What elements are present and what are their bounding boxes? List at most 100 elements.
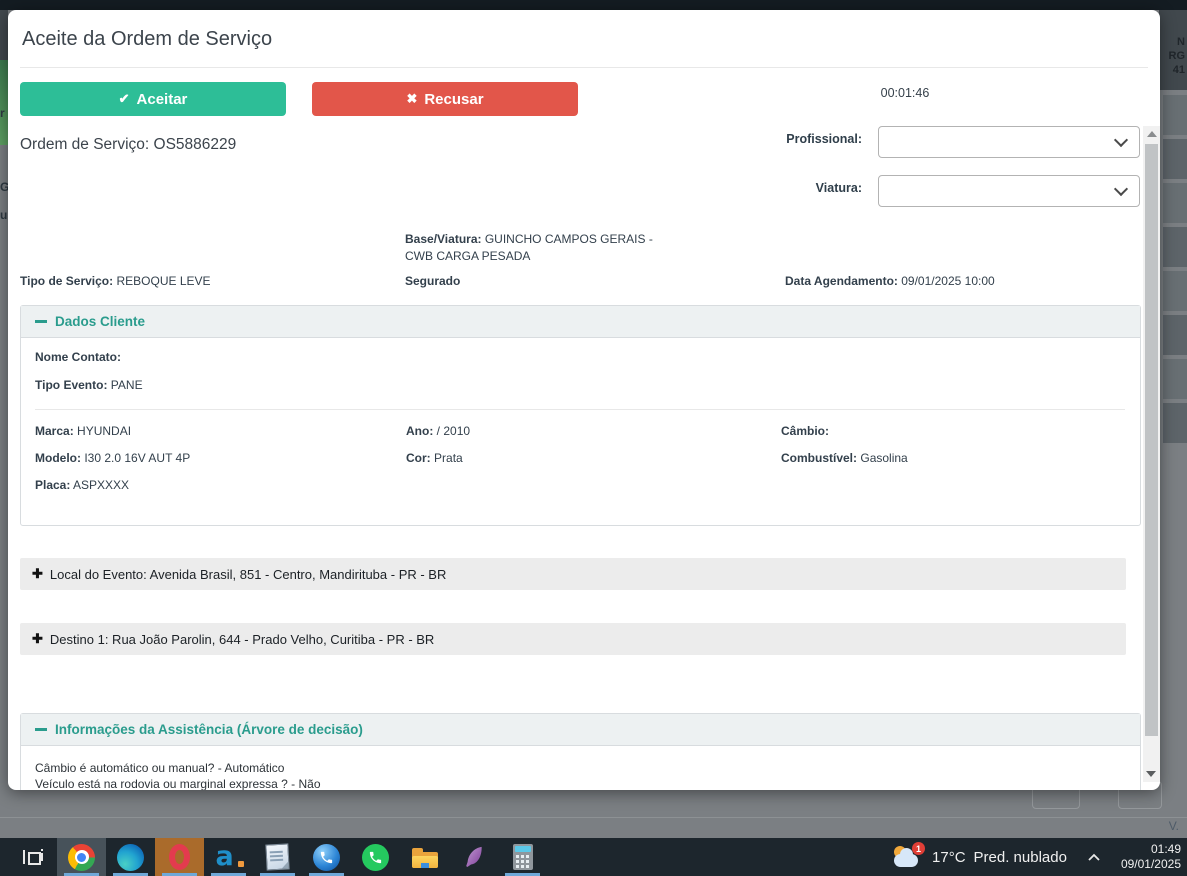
- taskbar-whatsapp[interactable]: [351, 838, 400, 876]
- event-type-label: Tipo Evento:: [35, 378, 108, 392]
- year-label: Ano:: [406, 424, 434, 438]
- whatsapp-icon: [362, 843, 389, 871]
- taskbar-chrome[interactable]: [57, 838, 106, 876]
- schedule-label: Data Agendamento:: [785, 274, 898, 288]
- scroll-down-icon[interactable]: [1146, 771, 1156, 777]
- version-label: V.: [1168, 819, 1179, 833]
- taskbar-feather-app[interactable]: [449, 838, 498, 876]
- assistance-panel-header[interactable]: Informações da Assistência (Árvore de de…: [21, 714, 1140, 746]
- professional-select[interactable]: [878, 126, 1140, 158]
- model-field: Modelo: I30 2.0 16V AUT 4P: [35, 451, 190, 465]
- a-app-icon: a: [215, 841, 244, 872]
- temperature-label: 17°C: [932, 848, 966, 866]
- destination-bar[interactable]: ✚ Destino 1: Rua João Parolin, 644 - Pra…: [20, 623, 1126, 655]
- insured-label: Segurado: [405, 274, 461, 288]
- color-field: Cor: Prata: [406, 451, 463, 465]
- notification-badge: 1: [912, 842, 926, 855]
- event-location-text: Local do Evento: Avenida Brasil, 851 - C…: [49, 566, 447, 582]
- panel-divider: [35, 409, 1125, 410]
- edge-icon: [117, 843, 144, 871]
- refuse-button[interactable]: ✖ Recusar: [312, 82, 578, 116]
- plate-field: Placa: ASPXXXX: [35, 478, 129, 492]
- accept-button[interactable]: ✔ Aceitar: [20, 82, 286, 116]
- fuel-field: Combustível: Gasolina: [781, 451, 908, 465]
- event-type-value: PANE: [110, 378, 143, 392]
- model-value: I30 2.0 16V AUT 4P: [84, 451, 191, 465]
- calculator-icon: [512, 844, 533, 870]
- task-view-icon: [22, 849, 43, 865]
- opera-icon: [169, 844, 190, 870]
- base-vehicle-field: Base/Viatura: GUINCHO CAMPOS GERAIS - CW…: [405, 231, 663, 265]
- weather-widget[interactable]: 1 17°C Pred. nublado: [892, 842, 1067, 870]
- service-type-label: Tipo de Serviço:: [20, 274, 114, 288]
- scrollbar-thumb[interactable]: [1145, 144, 1158, 736]
- taskbar-dialer[interactable]: [302, 838, 351, 876]
- brand-value: HYUNDAI: [77, 424, 132, 438]
- service-order-number: Ordem de Serviço: OS5886229: [20, 136, 237, 153]
- year-value: / 2010: [436, 424, 471, 438]
- tray-time: 01:49: [1150, 842, 1181, 856]
- schedule-value: 09/01/2025 10:00: [901, 274, 995, 288]
- taskbar-opera[interactable]: [155, 838, 204, 876]
- feather-icon: [465, 846, 482, 868]
- background-table-rows: [1163, 95, 1187, 595]
- a-app-glyph: a: [215, 841, 234, 872]
- background-left-fragment: [0, 10, 8, 60]
- phone-icon: [313, 843, 340, 871]
- chevron-up-icon: [1088, 853, 1100, 861]
- check-icon: ✔: [118, 91, 130, 106]
- background-logo-fragment: [0, 60, 8, 145]
- background-text-fragment: 41: [1172, 64, 1185, 76]
- background-top-strip: [0, 0, 1187, 10]
- schedule-field: Data Agendamento: 09/01/2025 10:00: [785, 274, 995, 288]
- gearbox-label: Câmbio:: [781, 424, 829, 438]
- weather-condition-label: Pred. nublado: [973, 848, 1067, 866]
- vehicle-select[interactable]: [878, 175, 1140, 207]
- taskbar-notepad[interactable]: [253, 838, 302, 876]
- cross-icon: ✖: [406, 91, 418, 106]
- client-data-panel: Dados Cliente Nome Contato: Tipo Evento:…: [20, 305, 1141, 526]
- taskbar: a 1 17°C Pred. nublado 01:49 09/01/2025: [0, 838, 1187, 876]
- taskbar-a-app[interactable]: a: [204, 838, 253, 876]
- assistance-line: Câmbio é automático ou manual? - Automát…: [35, 761, 285, 775]
- taskbar-calculator[interactable]: [498, 838, 547, 876]
- weather-icon: 1: [892, 842, 926, 870]
- tray-overflow-button[interactable]: [1087, 853, 1101, 862]
- a-app-dot: [237, 861, 244, 867]
- fuel-label: Combustível:: [781, 451, 858, 465]
- client-panel-header[interactable]: Dados Cliente: [21, 306, 1140, 338]
- expand-plus-icon: ✚: [32, 566, 43, 581]
- modal-scrollbar[interactable]: [1143, 126, 1160, 782]
- task-view-button[interactable]: [8, 838, 57, 876]
- service-type-field: Tipo de Serviço: REBOQUE LEVE: [20, 274, 211, 288]
- scroll-up-icon[interactable]: [1146, 131, 1157, 137]
- taskbar-edge[interactable]: [106, 838, 155, 876]
- background-text-fragment: Gr: [0, 180, 8, 194]
- expand-plus-icon: ✚: [32, 631, 43, 646]
- brand-field: Marca: HYUNDAI: [35, 424, 131, 438]
- tray-date: 09/01/2025: [1120, 857, 1181, 871]
- event-location-bar[interactable]: ✚ Local do Evento: Avenida Brasil, 851 -…: [20, 558, 1126, 590]
- background-divider: [0, 817, 1187, 818]
- collapse-minus-icon: [35, 728, 47, 731]
- fuel-value: Gasolina: [860, 451, 908, 465]
- gearbox-field: Câmbio:: [781, 424, 829, 438]
- assistance-line: Veículo está na rodovia ou marginal expr…: [35, 777, 321, 790]
- brand-label: Marca:: [35, 424, 74, 438]
- refuse-button-label: Recusar: [424, 90, 484, 108]
- vehicle-label: Viatura:: [815, 181, 862, 195]
- background-text-fragment: RG: [1168, 50, 1186, 62]
- notepad-icon: [265, 843, 290, 871]
- background-text-fragment: u: [0, 208, 8, 222]
- taskbar-file-explorer[interactable]: [400, 838, 449, 876]
- clock-widget[interactable]: 01:49 09/01/2025: [1121, 842, 1181, 872]
- title-divider: [20, 67, 1148, 68]
- modal-title: Aceite da Ordem de Serviço: [22, 28, 273, 50]
- chevron-down-icon: [1113, 181, 1129, 197]
- base-vehicle-label: Base/Viatura:: [405, 232, 482, 246]
- chevron-down-icon: [1113, 132, 1129, 148]
- assistance-info-panel: Informações da Assistência (Árvore de de…: [20, 713, 1141, 790]
- year-field: Ano: / 2010: [406, 424, 470, 438]
- color-value: Prata: [434, 451, 463, 465]
- background-text-fragment: r: [0, 106, 5, 120]
